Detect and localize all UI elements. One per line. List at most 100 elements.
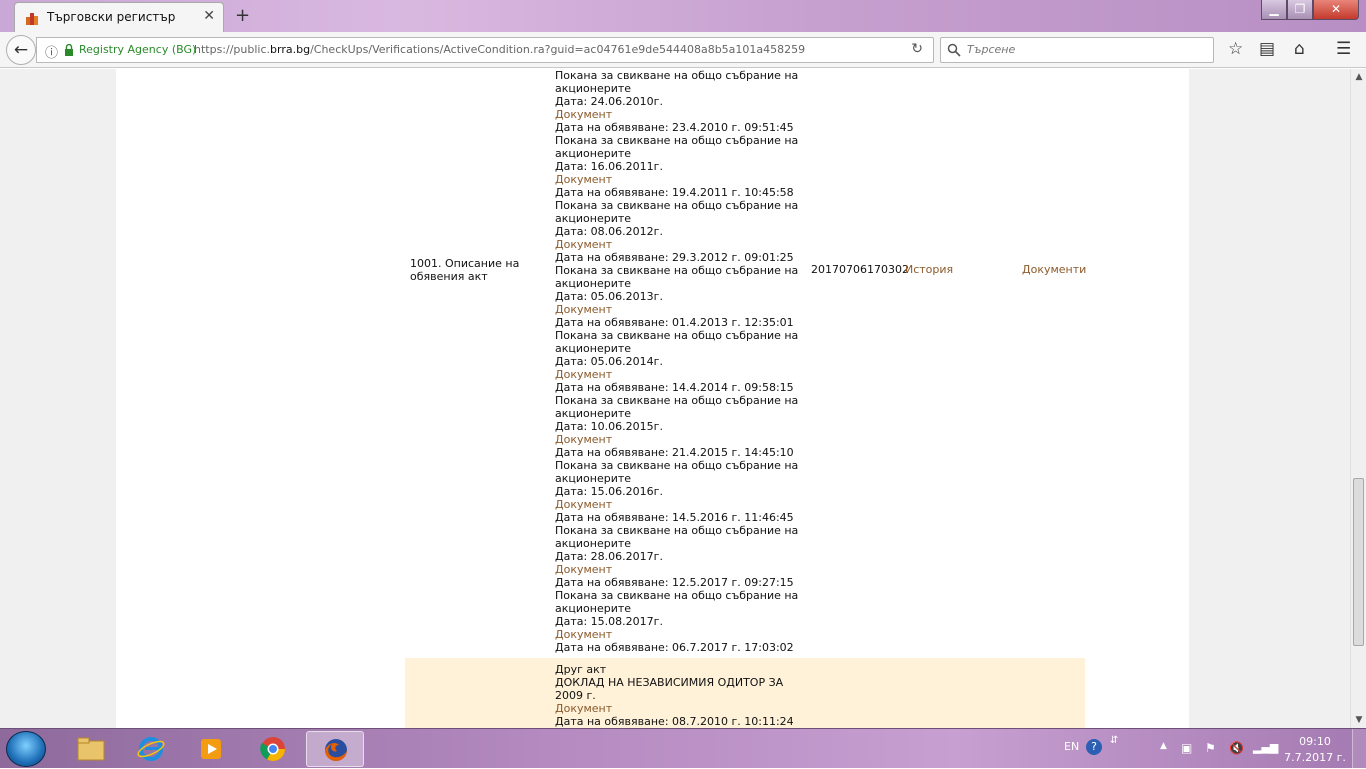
- announcement-line: Дата: 16.06.2011г.: [555, 160, 663, 173]
- announcement-line: Дата на обявяване: 23.4.2010 г. 09:51:45: [555, 121, 794, 134]
- announcement-line: Покана за свикване на общо събрание на а…: [555, 589, 799, 615]
- announcement-line: ДОКЛАД НА НЕЗАВИСИМИЯ ОДИТОР ЗА 2009 г.: [555, 676, 784, 702]
- help-icon[interactable]: ?: [1086, 739, 1102, 755]
- history-link[interactable]: История: [905, 263, 953, 276]
- info-icon[interactable]: ⓘ: [45, 42, 58, 61]
- announcement-line: Покана за свикване на общо събрание на а…: [555, 329, 799, 355]
- back-arrow-icon: ←: [13, 40, 29, 60]
- taskbar-media-player[interactable]: [182, 731, 240, 767]
- new-tab-button[interactable]: +: [235, 5, 250, 26]
- announcement-line: Друг акт: [555, 663, 607, 676]
- chrome-icon: [260, 737, 285, 762]
- document-link[interactable]: Документ: [555, 173, 805, 186]
- document-link[interactable]: Документ: [555, 628, 805, 641]
- announcement-line: Покана за свикване на общо събрание на а…: [555, 134, 799, 160]
- window-minimize-button[interactable]: ▁: [1261, 0, 1287, 20]
- network-signal-icon[interactable]: ▂▄▆: [1253, 741, 1278, 754]
- url-domain: brra.bg: [270, 43, 311, 56]
- document-link[interactable]: Документ: [555, 368, 805, 381]
- folder-icon: [77, 737, 105, 761]
- url-text[interactable]: https://public.brra.bg/CheckUps/Verifica…: [194, 43, 805, 56]
- announcement-line: Дата на обявяване: 08.7.2010 г. 10:11:24: [555, 715, 794, 728]
- announcement-line: Дата: 15.06.2016г.: [555, 485, 663, 498]
- taskbar-internet-explorer[interactable]: [122, 731, 180, 767]
- browser-navbar: ⓘ Registry Agency (BG) https://public.br…: [0, 32, 1366, 68]
- table-row-highlighted: Друг акт ДОКЛАД НА НЕЗАВИСИМИЯ ОДИТОР ЗА …: [405, 658, 1085, 728]
- announcement-line: Дата: 05.06.2013г.: [555, 290, 663, 303]
- page-content: 1001. Описание на обявения акт Покана за…: [0, 69, 1350, 728]
- lock-icon: [65, 44, 73, 56]
- language-indicator[interactable]: EN: [1064, 740, 1079, 753]
- window-maximize-button[interactable]: ❐: [1287, 0, 1313, 20]
- show-desktop-button[interactable]: [1352, 729, 1366, 769]
- announcement-line: Покана за свикване на общо събрание на а…: [555, 69, 799, 95]
- scroll-up-arrow-icon[interactable]: ▲: [1351, 69, 1366, 85]
- media-player-icon: [201, 739, 221, 759]
- taskbar-explorer[interactable]: [62, 731, 120, 767]
- announcement-line: Дата на обявяване: 19.4.2011 г. 10:45:58: [555, 186, 794, 199]
- announcement-line: Дата на обявяване: 14.5.2016 г. 11:46:45: [555, 511, 794, 524]
- reload-icon[interactable]: ↻: [911, 41, 923, 57]
- announcement-line: Дата на обявяване: 12.5.2017 г. 09:27:15: [555, 576, 794, 589]
- announcement-line: Дата на обявяване: 06.7.2017 г. 17:03:02: [555, 641, 794, 654]
- announcement-line: Дата на обявяване: 14.4.2014 г. 09:58:15: [555, 381, 794, 394]
- start-button[interactable]: [6, 731, 46, 767]
- action-center-flag-icon[interactable]: ⚑: [1205, 741, 1216, 755]
- document-link[interactable]: Документ: [555, 498, 805, 511]
- document-link[interactable]: Документ: [555, 238, 805, 251]
- search-bar[interactable]: Търсене: [940, 37, 1214, 63]
- announcement-line: Покана за свикване на общо събрание на а…: [555, 199, 799, 225]
- window-close-button[interactable]: ✕: [1313, 0, 1359, 20]
- site-identity-label[interactable]: Registry Agency (BG): [79, 43, 196, 56]
- announcement-line: Дата: 08.06.2012г.: [555, 225, 663, 238]
- announcement-line: Дата: 10.06.2015г.: [555, 420, 663, 433]
- registry-favicon-icon: [26, 13, 38, 25]
- internet-explorer-icon: [137, 737, 165, 761]
- browser-tab[interactable]: Търговски регистър ✕: [14, 2, 224, 32]
- vertical-scrollbar[interactable]: ▲ ▼: [1350, 69, 1366, 728]
- announcement-line: Дата: 15.08.2017г.: [555, 615, 663, 628]
- device-icon[interactable]: ▣: [1181, 741, 1192, 755]
- tab-title: Търговски регистър: [47, 10, 176, 24]
- search-icon: [947, 43, 961, 57]
- url-path: /CheckUps/Verifications/ActiveCondition.…: [310, 43, 806, 56]
- announcement-line: Дата: 28.06.2017г.: [555, 550, 663, 563]
- announcement-line: Покана за свикване на общо събрание на а…: [555, 524, 799, 550]
- keyboard-layout-icon[interactable]: ⇵: [1110, 735, 1118, 746]
- announcement-line: Покана за свикване на общо събрание на а…: [555, 394, 799, 420]
- document-link[interactable]: Документ: [555, 303, 805, 316]
- url-bar[interactable]: ⓘ Registry Agency (BG) https://public.br…: [36, 37, 934, 63]
- document-link[interactable]: Документ: [555, 563, 805, 576]
- document-link[interactable]: Документ: [555, 433, 805, 446]
- row-field-name: 1001. Описание на обявения акт: [410, 257, 520, 283]
- taskbar-chrome[interactable]: [244, 731, 302, 767]
- scrollbar-thumb[interactable]: [1353, 478, 1364, 646]
- taskbar-firefox[interactable]: [306, 731, 364, 767]
- tab-close-icon[interactable]: ✕: [203, 8, 215, 24]
- document-link[interactable]: Документ: [555, 702, 805, 715]
- table-row: 1001. Описание на обявения акт Покана за…: [405, 69, 1086, 658]
- documents-link[interactable]: Документи: [1022, 263, 1086, 276]
- entry-number: 20170706170302: [811, 263, 909, 276]
- clock-time[interactable]: 09:10: [1290, 735, 1340, 748]
- announcement-line: Дата на обявяване: 29.3.2012 г. 09:01:25: [555, 251, 794, 264]
- menu-hamburger-icon[interactable]: ☰: [1336, 39, 1351, 59]
- browser-titlebar: Търговски регистър ✕ + ▁ ❐ ✕: [0, 0, 1366, 32]
- bookmarks-list-icon[interactable]: ▤: [1259, 39, 1275, 59]
- firefox-icon: [325, 739, 347, 761]
- announcement-line: Дата на обявяване: 21.4.2015 г. 14:45:10: [555, 446, 794, 459]
- volume-muted-icon[interactable]: 🔇: [1229, 741, 1244, 755]
- announcement-list: Друг акт ДОКЛАД НА НЕЗАВИСИМИЯ ОДИТОР ЗА …: [555, 663, 805, 728]
- home-icon[interactable]: ⌂: [1294, 39, 1305, 59]
- clock-date[interactable]: 7.7.2017 г.: [1280, 751, 1350, 764]
- back-button[interactable]: ←: [6, 35, 36, 65]
- search-input[interactable]: Търсене: [967, 43, 1015, 56]
- show-hidden-icons-chevron-icon[interactable]: ▲: [1160, 741, 1167, 751]
- url-prefix: https://public.: [194, 43, 271, 56]
- document-link[interactable]: Документ: [555, 108, 805, 121]
- announcement-list: Покана за свикване на общо събрание на а…: [555, 69, 805, 654]
- announcement-line: Дата: 05.06.2014г.: [555, 355, 663, 368]
- scroll-down-arrow-icon[interactable]: ▼: [1351, 712, 1366, 728]
- announcement-line: Покана за свикване на общо събрание на а…: [555, 264, 799, 290]
- bookmark-star-icon[interactable]: ☆: [1228, 39, 1243, 59]
